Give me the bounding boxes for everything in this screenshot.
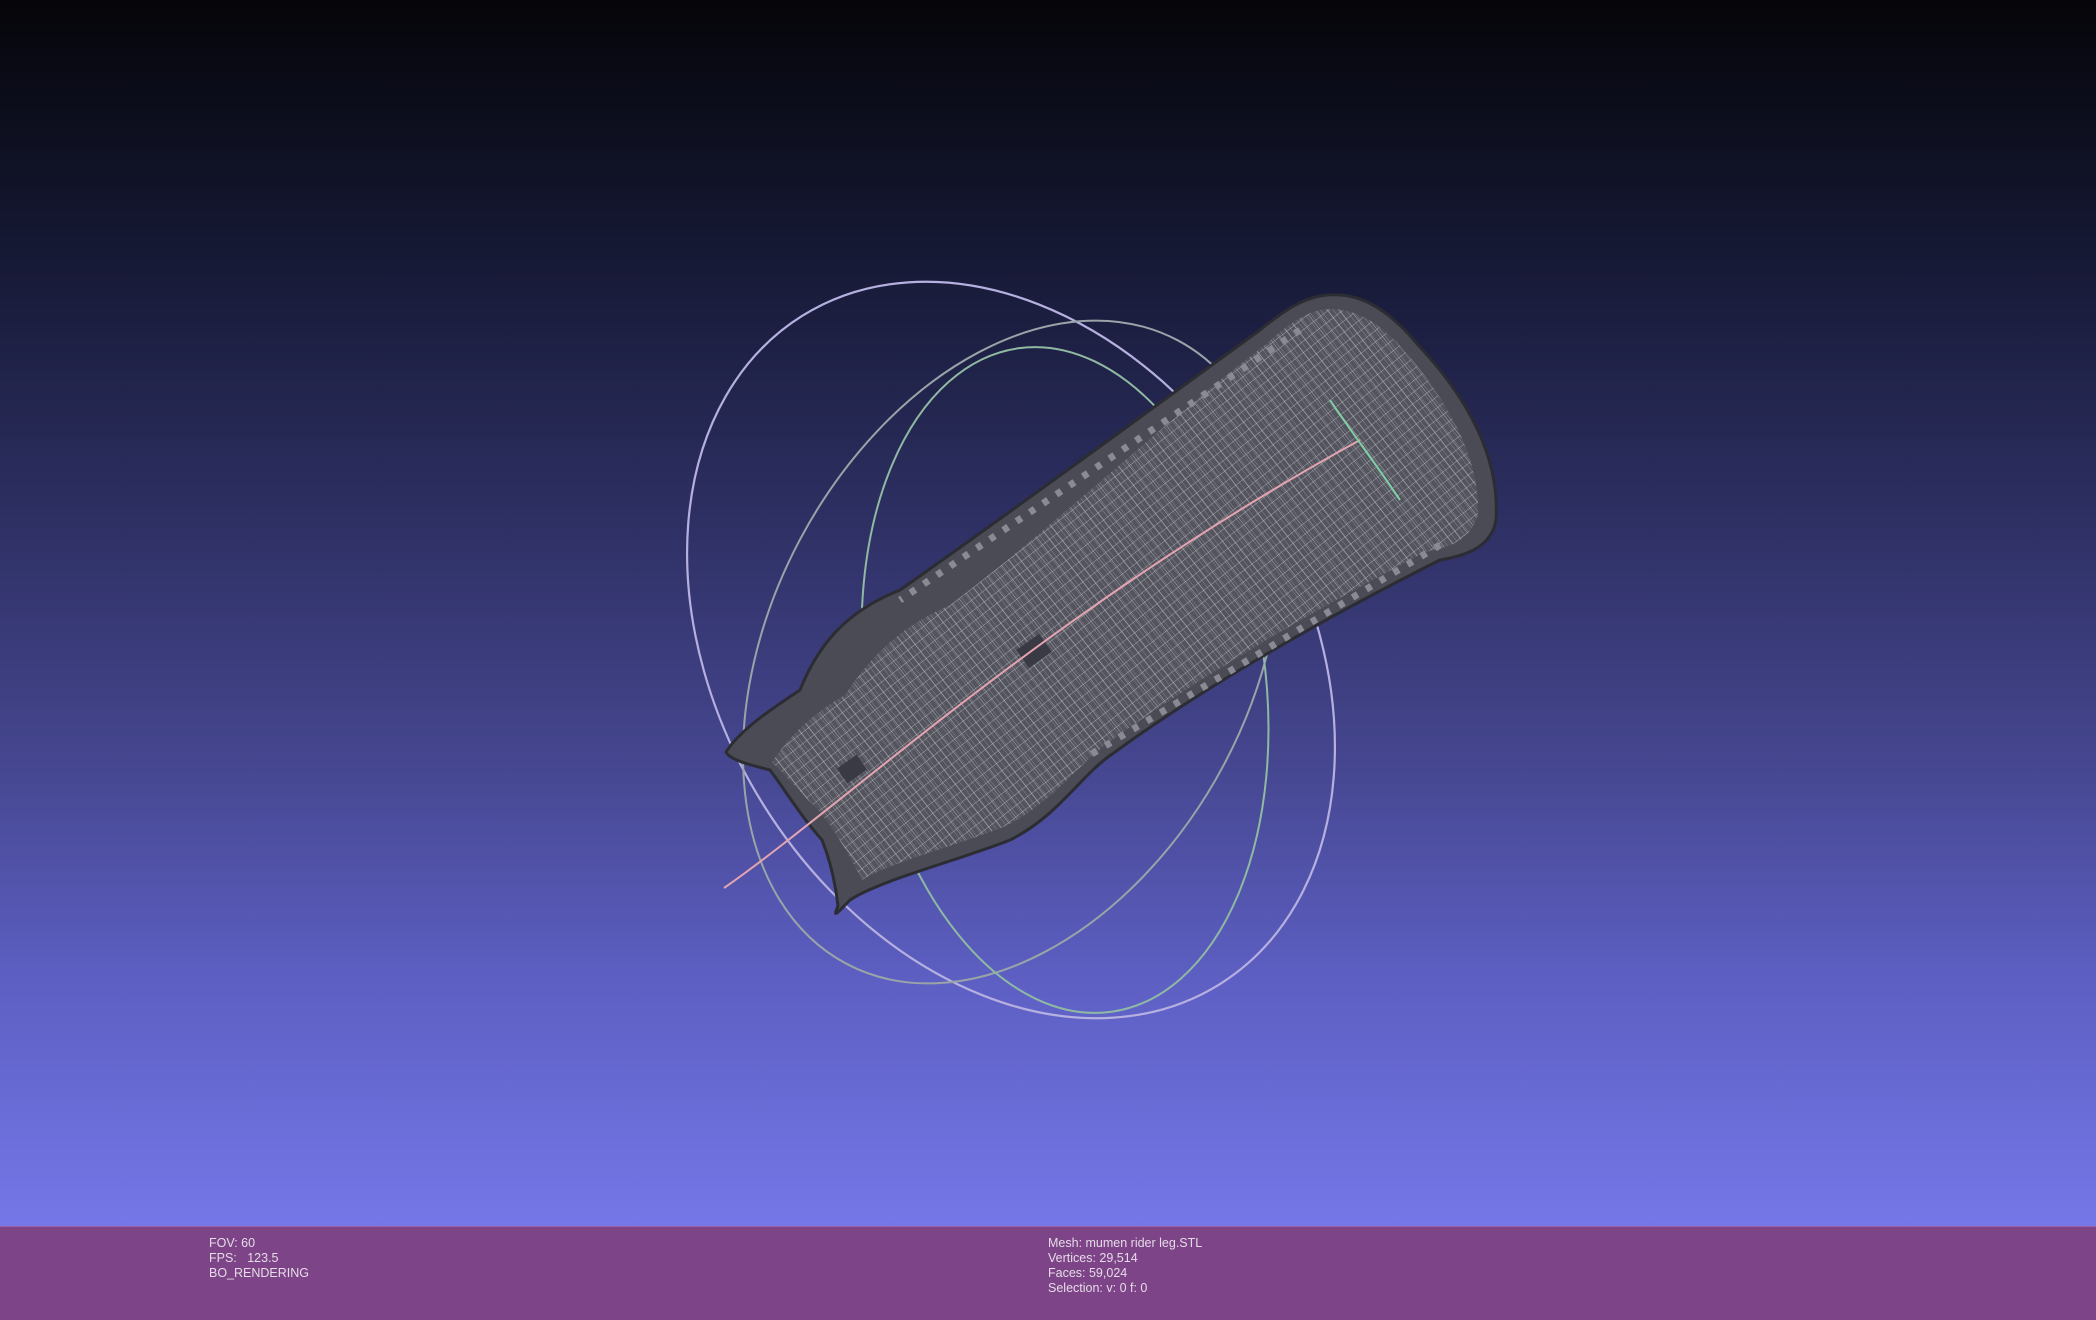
vertices-label: Vertices: 29,514 (1048, 1251, 1138, 1265)
render-info-panel: FOV: 60 FPS: 123.5 BO_RENDERING (209, 1236, 309, 1281)
fps-label: FPS: 123.5 (209, 1251, 279, 1265)
mesh-name-label: Mesh: mumen rider leg.STL (1048, 1236, 1203, 1250)
mesh-info-panel: Mesh: mumen rider leg.STL Vertices: 29,5… (1048, 1236, 1202, 1296)
render-mode-label: BO_RENDERING (209, 1266, 310, 1280)
meshlab-viewer: FOV: 60 FPS: 123.5 BO_RENDERING Mesh: mu… (0, 0, 2096, 1320)
mesh-wireframe[interactable] (724, 293, 1498, 915)
fov-label: FOV: 60 (209, 1236, 256, 1250)
faces-label: Faces: 59,024 (1048, 1266, 1128, 1280)
3d-viewport[interactable] (0, 0, 2096, 1226)
selection-label: Selection: v: 0 f: 0 (1048, 1281, 1148, 1295)
3d-scene[interactable] (0, 0, 2096, 1226)
